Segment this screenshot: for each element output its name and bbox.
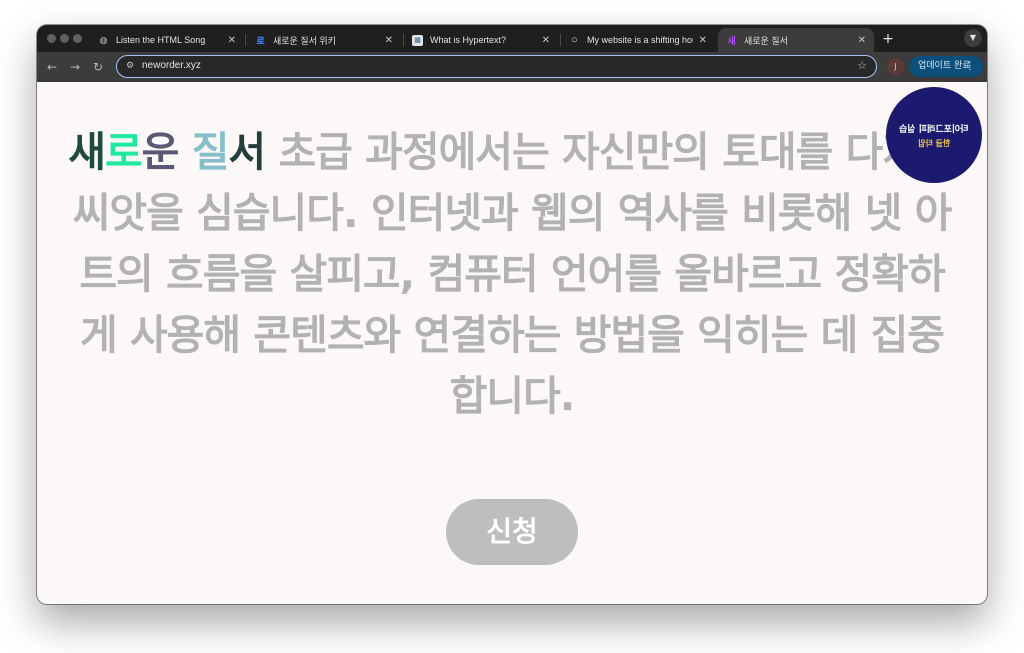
title-char: 질	[191, 128, 230, 176]
apply-button[interactable]: 신청	[446, 499, 578, 565]
zoom-window-button[interactable]	[73, 34, 82, 43]
title-char: 새	[68, 128, 106, 176]
profile-avatar[interactable]: J	[887, 58, 904, 75]
arrow-left-icon: ←	[46, 60, 58, 74]
title-char: 운	[141, 128, 180, 176]
close-icon[interactable]: ✕	[858, 35, 866, 46]
browser-window: ◍ Listen the HTML Song ✕ 로 새로운 질서 위키 ✕ ▦…	[37, 25, 987, 604]
close-window-button[interactable]	[47, 34, 56, 43]
close-icon[interactable]: ✕	[385, 35, 393, 46]
bookmark-star-icon[interactable]: ☆	[857, 59, 867, 72]
update-label: 업데이트 완료	[918, 61, 971, 71]
circle-icon: ○	[571, 34, 578, 46]
app-icon: 새	[727, 35, 736, 46]
tab-neworder-wiki[interactable]: 로 새로운 질서 위키 ✕	[247, 28, 401, 52]
tab-strip: ◍ Listen the HTML Song ✕ 로 새로운 질서 위키 ✕ ▦…	[37, 25, 987, 52]
tab-neworder[interactable]: 새 새로운 질서 ✕	[718, 28, 874, 52]
page-headline: 새로운 질서 초급 과정에서는 자신만의 토대를 다지고 씨앗을 심습니다. 인…	[67, 122, 957, 427]
badge-line-2: 한글 타입	[917, 138, 951, 148]
tab-shifting-house[interactable]: ○ My website is a shifting house ✕	[561, 28, 715, 52]
site-info-icon[interactable]: ⚙	[124, 60, 136, 72]
back-button[interactable]: ←	[43, 58, 61, 76]
page-content: 새로운 질서 초급 과정에서는 자신만의 토대를 다지고 씨앗을 심습니다. 인…	[37, 82, 987, 604]
reload-icon: ↻	[92, 60, 104, 74]
forward-button[interactable]: →	[66, 58, 84, 76]
rotating-badge[interactable]: 타이포그래피 실습 한글 타입	[886, 87, 982, 183]
minimize-window-button[interactable]	[60, 34, 69, 43]
tab-title: 새로운 질서 위키	[273, 35, 336, 46]
tab-title: What is Hypertext?	[430, 35, 507, 45]
close-icon[interactable]: ✕	[228, 35, 236, 46]
close-icon[interactable]: ✕	[699, 35, 707, 46]
tab-search-button[interactable]: ▼	[964, 29, 982, 47]
tab-title: My website is a shifting house	[587, 35, 693, 45]
update-button[interactable]: 업데이트 완료 ⋮	[909, 56, 983, 77]
menu-icon: ⋮	[965, 61, 975, 72]
badge-line-1: 타이포그래피 실습	[899, 124, 969, 135]
tab-title: Listen the HTML Song	[116, 35, 206, 45]
title-char: 로	[104, 128, 143, 176]
arrow-right-icon: →	[69, 60, 81, 74]
close-icon[interactable]: ✕	[542, 35, 550, 46]
tab-what-is-hypertext[interactable]: ▦ What is Hypertext? ✕	[404, 28, 558, 52]
tab-listen-html-song[interactable]: ◍ Listen the HTML Song ✕	[90, 28, 244, 52]
title-char: 서	[228, 128, 266, 176]
globe-icon: ◍	[99, 34, 108, 45]
address-bar[interactable]: ⚙ neworder.xyz ☆	[116, 55, 877, 78]
tab-title: 새로운 질서	[744, 35, 788, 46]
page-icon: ▦	[412, 34, 423, 46]
toolbar: ← → ↻ ⚙ neworder.xyz ☆ J 업데이트 완료 ⋮	[37, 52, 987, 82]
reload-button[interactable]: ↻	[89, 58, 107, 76]
chevron-down-icon: ▼	[969, 33, 977, 42]
new-tab-button[interactable]: +	[879, 30, 897, 48]
wiki-icon: 로	[256, 35, 265, 46]
url-text: neworder.xyz	[142, 60, 201, 71]
